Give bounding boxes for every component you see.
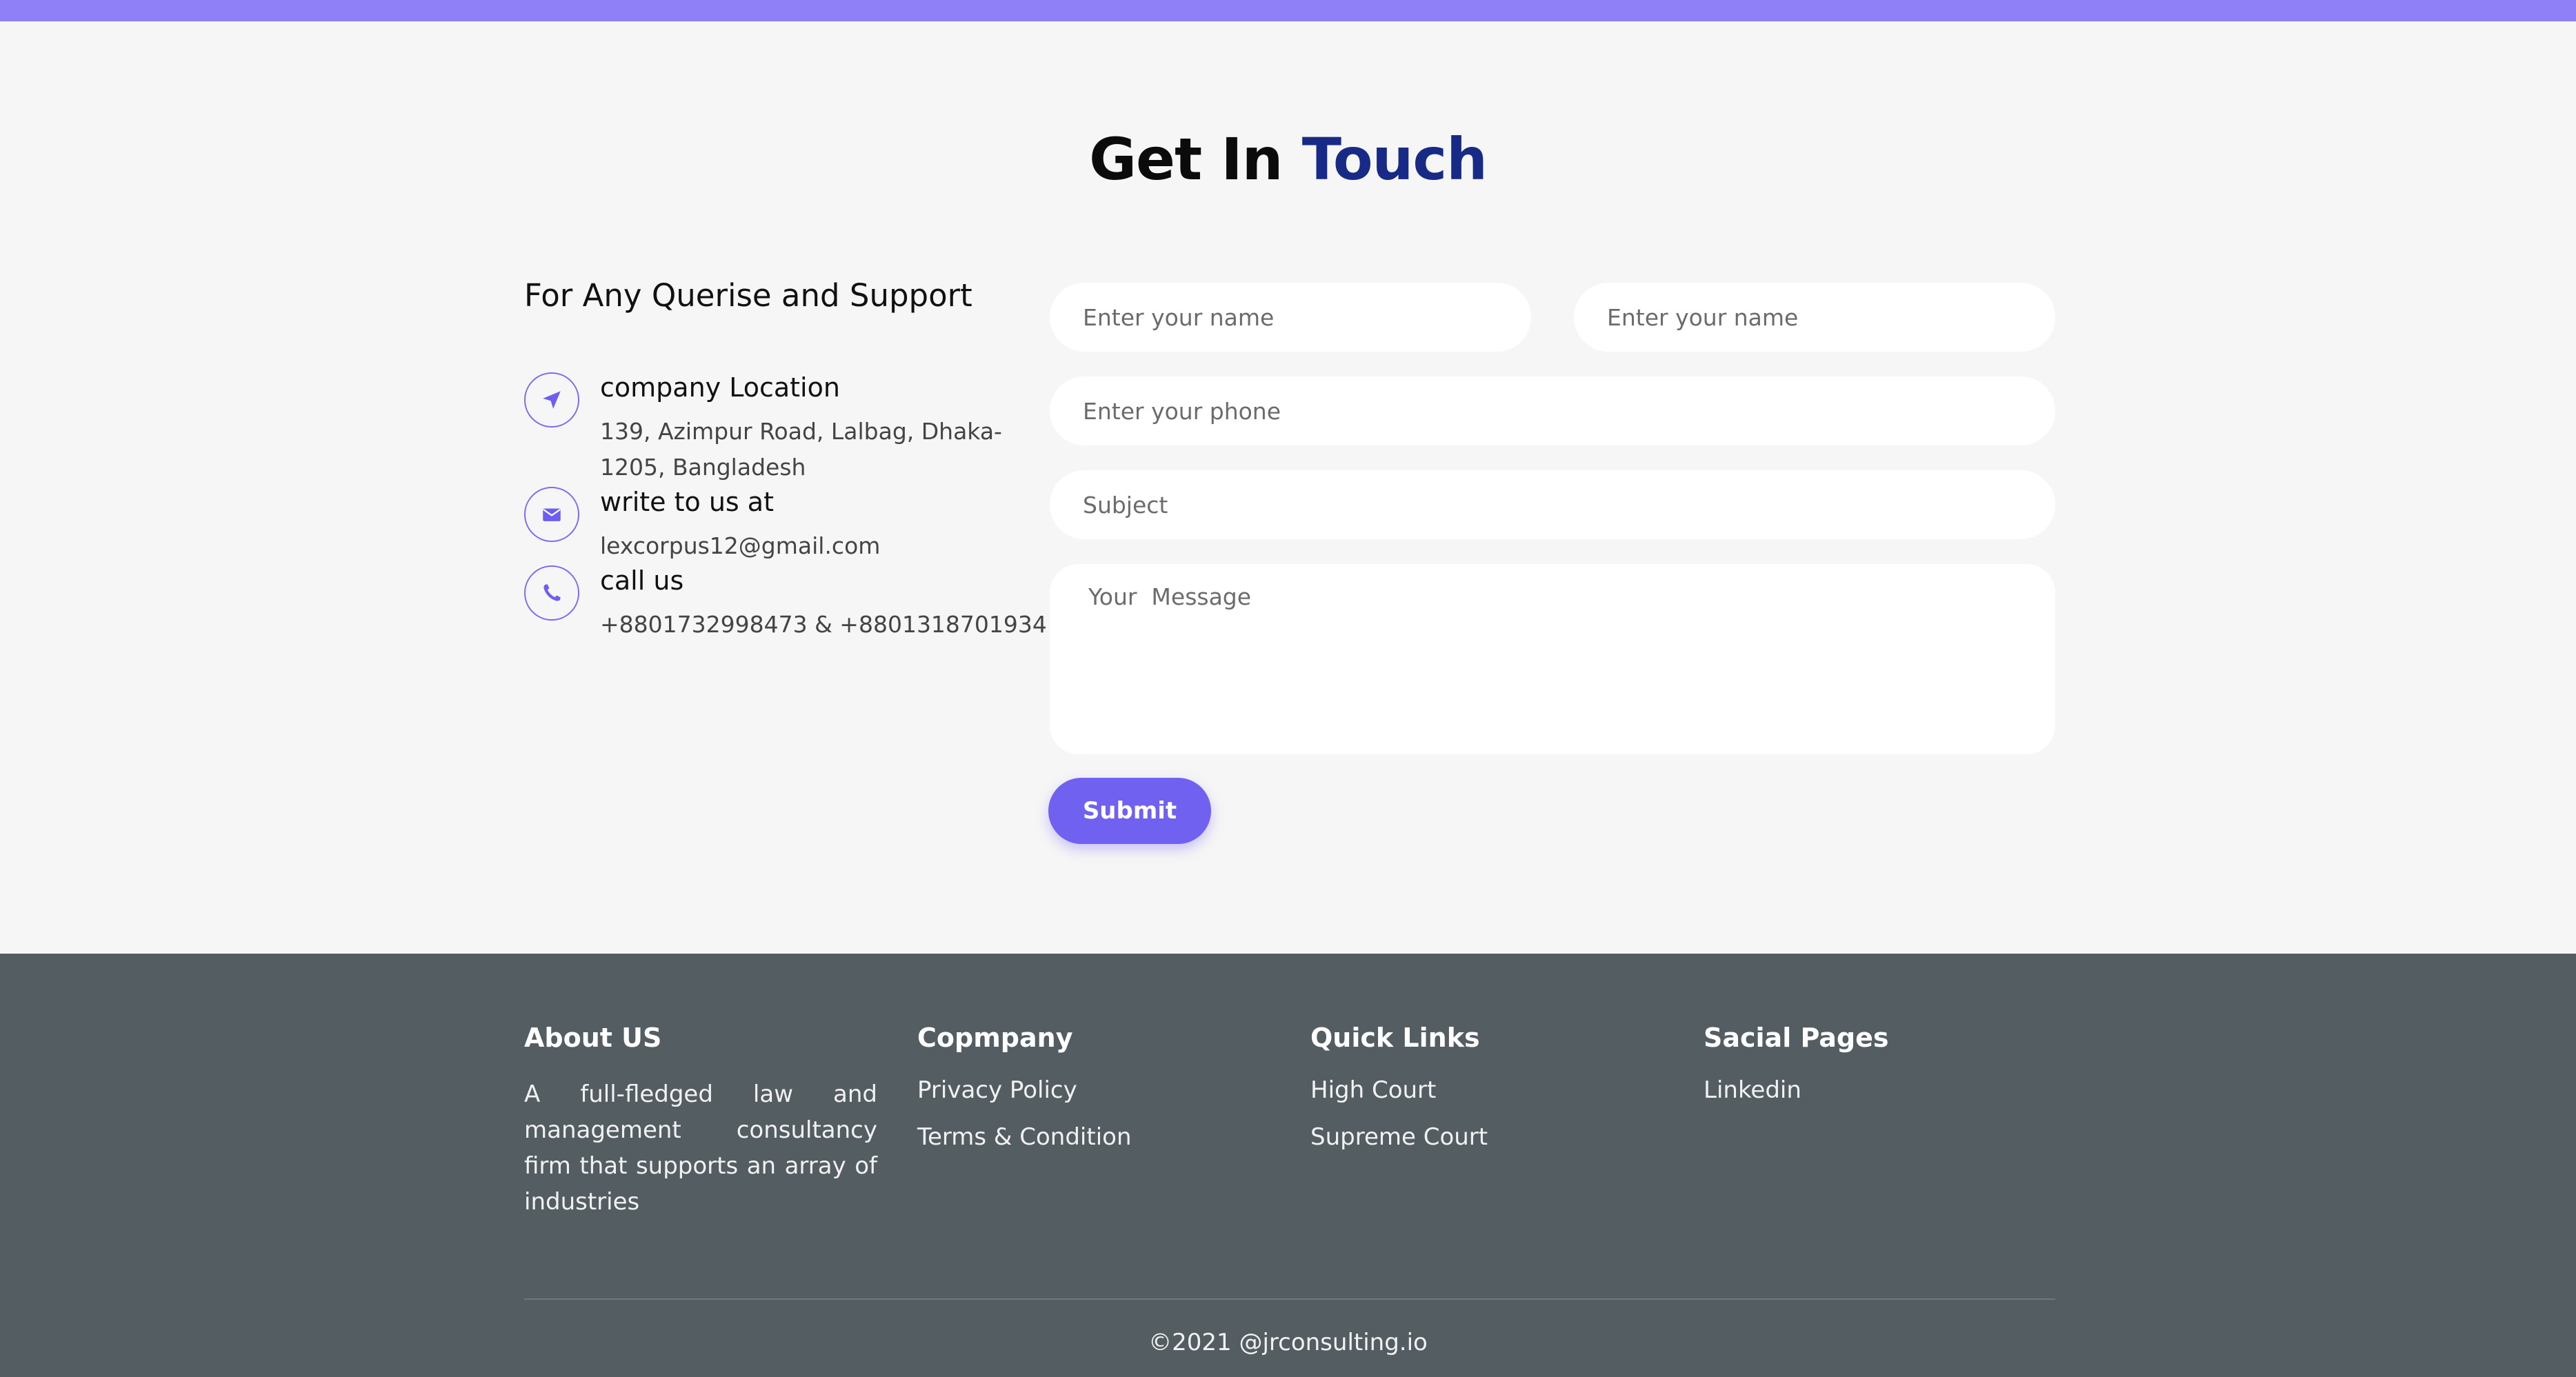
footer-about-heading: About US xyxy=(524,1023,662,1053)
top-accent-bar xyxy=(0,0,2576,21)
footer-link-linkedin[interactable]: Linkedin xyxy=(1704,1076,1801,1104)
phone-title: call us xyxy=(600,565,684,596)
footer-company: Copmpany Privacy Policy Terms & Conditio… xyxy=(917,1023,1132,1151)
footer-about-text: A full-fledged law and management consul… xyxy=(524,1081,877,1216)
support-heading: For Any Querise and Support xyxy=(524,277,972,314)
name-input[interactable] xyxy=(1050,283,1531,352)
footer: About US A full-fledged law and manageme… xyxy=(0,954,2576,1377)
footer-link-terms[interactable]: Terms & Condition xyxy=(917,1123,1132,1151)
second-name-input[interactable] xyxy=(1574,283,2055,352)
envelope-icon xyxy=(524,487,579,542)
footer-company-heading: Copmpany xyxy=(917,1023,1073,1053)
email-value[interactable]: lexcorpus12@gmail.com xyxy=(600,528,880,564)
phone-input[interactable] xyxy=(1050,376,2055,445)
footer-quick-links: Quick Links High Court Supreme Court xyxy=(1310,1023,1488,1151)
location-title: company Location xyxy=(600,372,840,403)
footer-social-heading: Sacial Pages xyxy=(1704,1023,1889,1053)
footer-divider xyxy=(524,1298,2055,1300)
location-line-1: 139, Azimpur Road, Lalbag, Dhaka- xyxy=(600,418,1002,445)
page-title: Get In Touch xyxy=(0,125,2576,193)
phone-value[interactable]: +8801732998473 & +8801318701934 xyxy=(600,607,1047,643)
subject-input[interactable] xyxy=(1050,470,2055,539)
email-title: write to us at xyxy=(600,487,774,517)
location-line-2: 1205, Bangladesh xyxy=(600,454,806,481)
footer-link-supreme-court[interactable]: Supreme Court xyxy=(1310,1123,1488,1151)
title-part-1: Get In xyxy=(1089,125,1283,193)
submit-button[interactable]: Submit xyxy=(1048,778,1211,844)
footer-about: About US A full-fledged law and manageme… xyxy=(524,1023,877,1216)
footer-link-privacy-policy[interactable]: Privacy Policy xyxy=(917,1076,1077,1104)
location-arrow-icon xyxy=(524,372,579,428)
message-textarea[interactable] xyxy=(1050,564,2055,754)
title-part-2: Touch xyxy=(1301,125,1488,193)
footer-quick-links-heading: Quick Links xyxy=(1310,1023,1480,1053)
phone-icon xyxy=(524,565,579,621)
footer-link-high-court[interactable]: High Court xyxy=(1310,1076,1436,1104)
copyright: ©2021 @jrconsulting.io xyxy=(1148,1329,1428,1356)
footer-social: Sacial Pages Linkedin xyxy=(1704,1023,1889,1104)
